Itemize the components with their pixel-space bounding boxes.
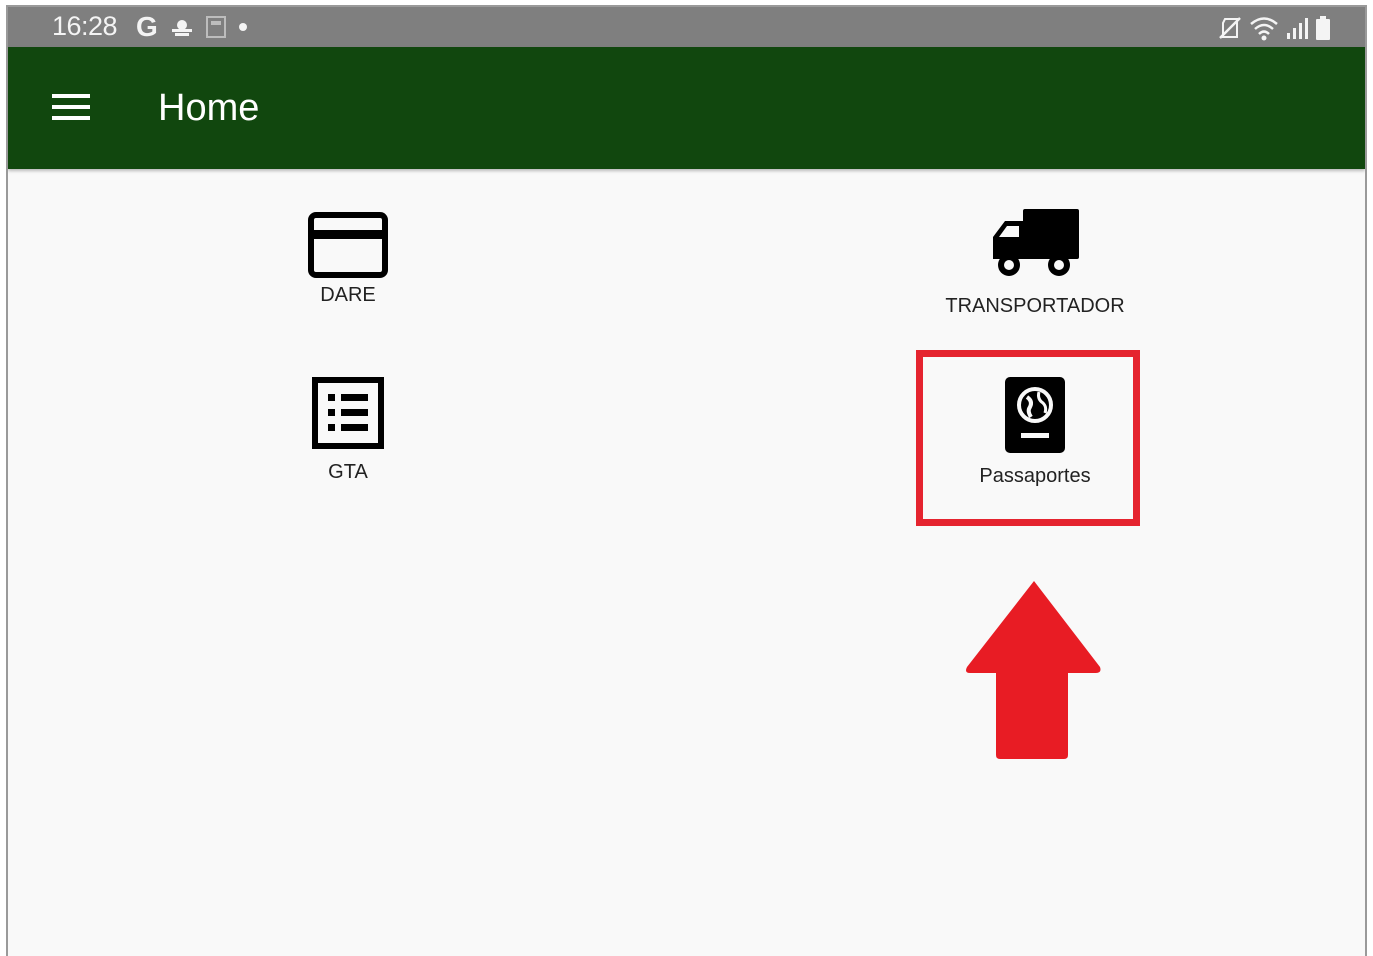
tile-dare[interactable]: DARE [238,212,458,342]
signal-icon [1287,18,1308,39]
tile-gta[interactable]: GTA [238,377,458,507]
status-left-icons: G [136,11,248,42]
list-icon [312,377,384,449]
no-sim-icon [1219,17,1241,39]
highlight-annotation-box [916,350,1140,526]
tile-label-transportador: TRANSPORTADOR [945,295,1125,317]
google-g-icon: G [136,11,158,42]
status-right-icons [1217,13,1331,43]
dot-icon [238,23,247,31]
status-bar: 16:28 G [8,7,1365,47]
app-window: 16:28 G Home DARE TRANSPORTADOR GTA Pass… [6,5,1367,956]
status-time: 16:28 [52,11,118,41]
up-arrow-annotation-icon [966,581,1101,759]
tile-label-dare: DARE [320,284,376,306]
truck-icon [993,209,1079,276]
wifi-icon [1250,17,1278,41]
tile-transportador[interactable]: TRANSPORTADOR [925,207,1145,337]
hamburger-menu-icon[interactable] [52,94,90,122]
battery-icon [1316,16,1330,40]
credit-card-icon [308,212,388,278]
page-title: Home [158,87,260,129]
tile-label-gta: GTA [328,461,368,483]
weather-icon [171,20,192,36]
notification-icon [205,16,226,38]
app-bar: Home [8,47,1365,169]
